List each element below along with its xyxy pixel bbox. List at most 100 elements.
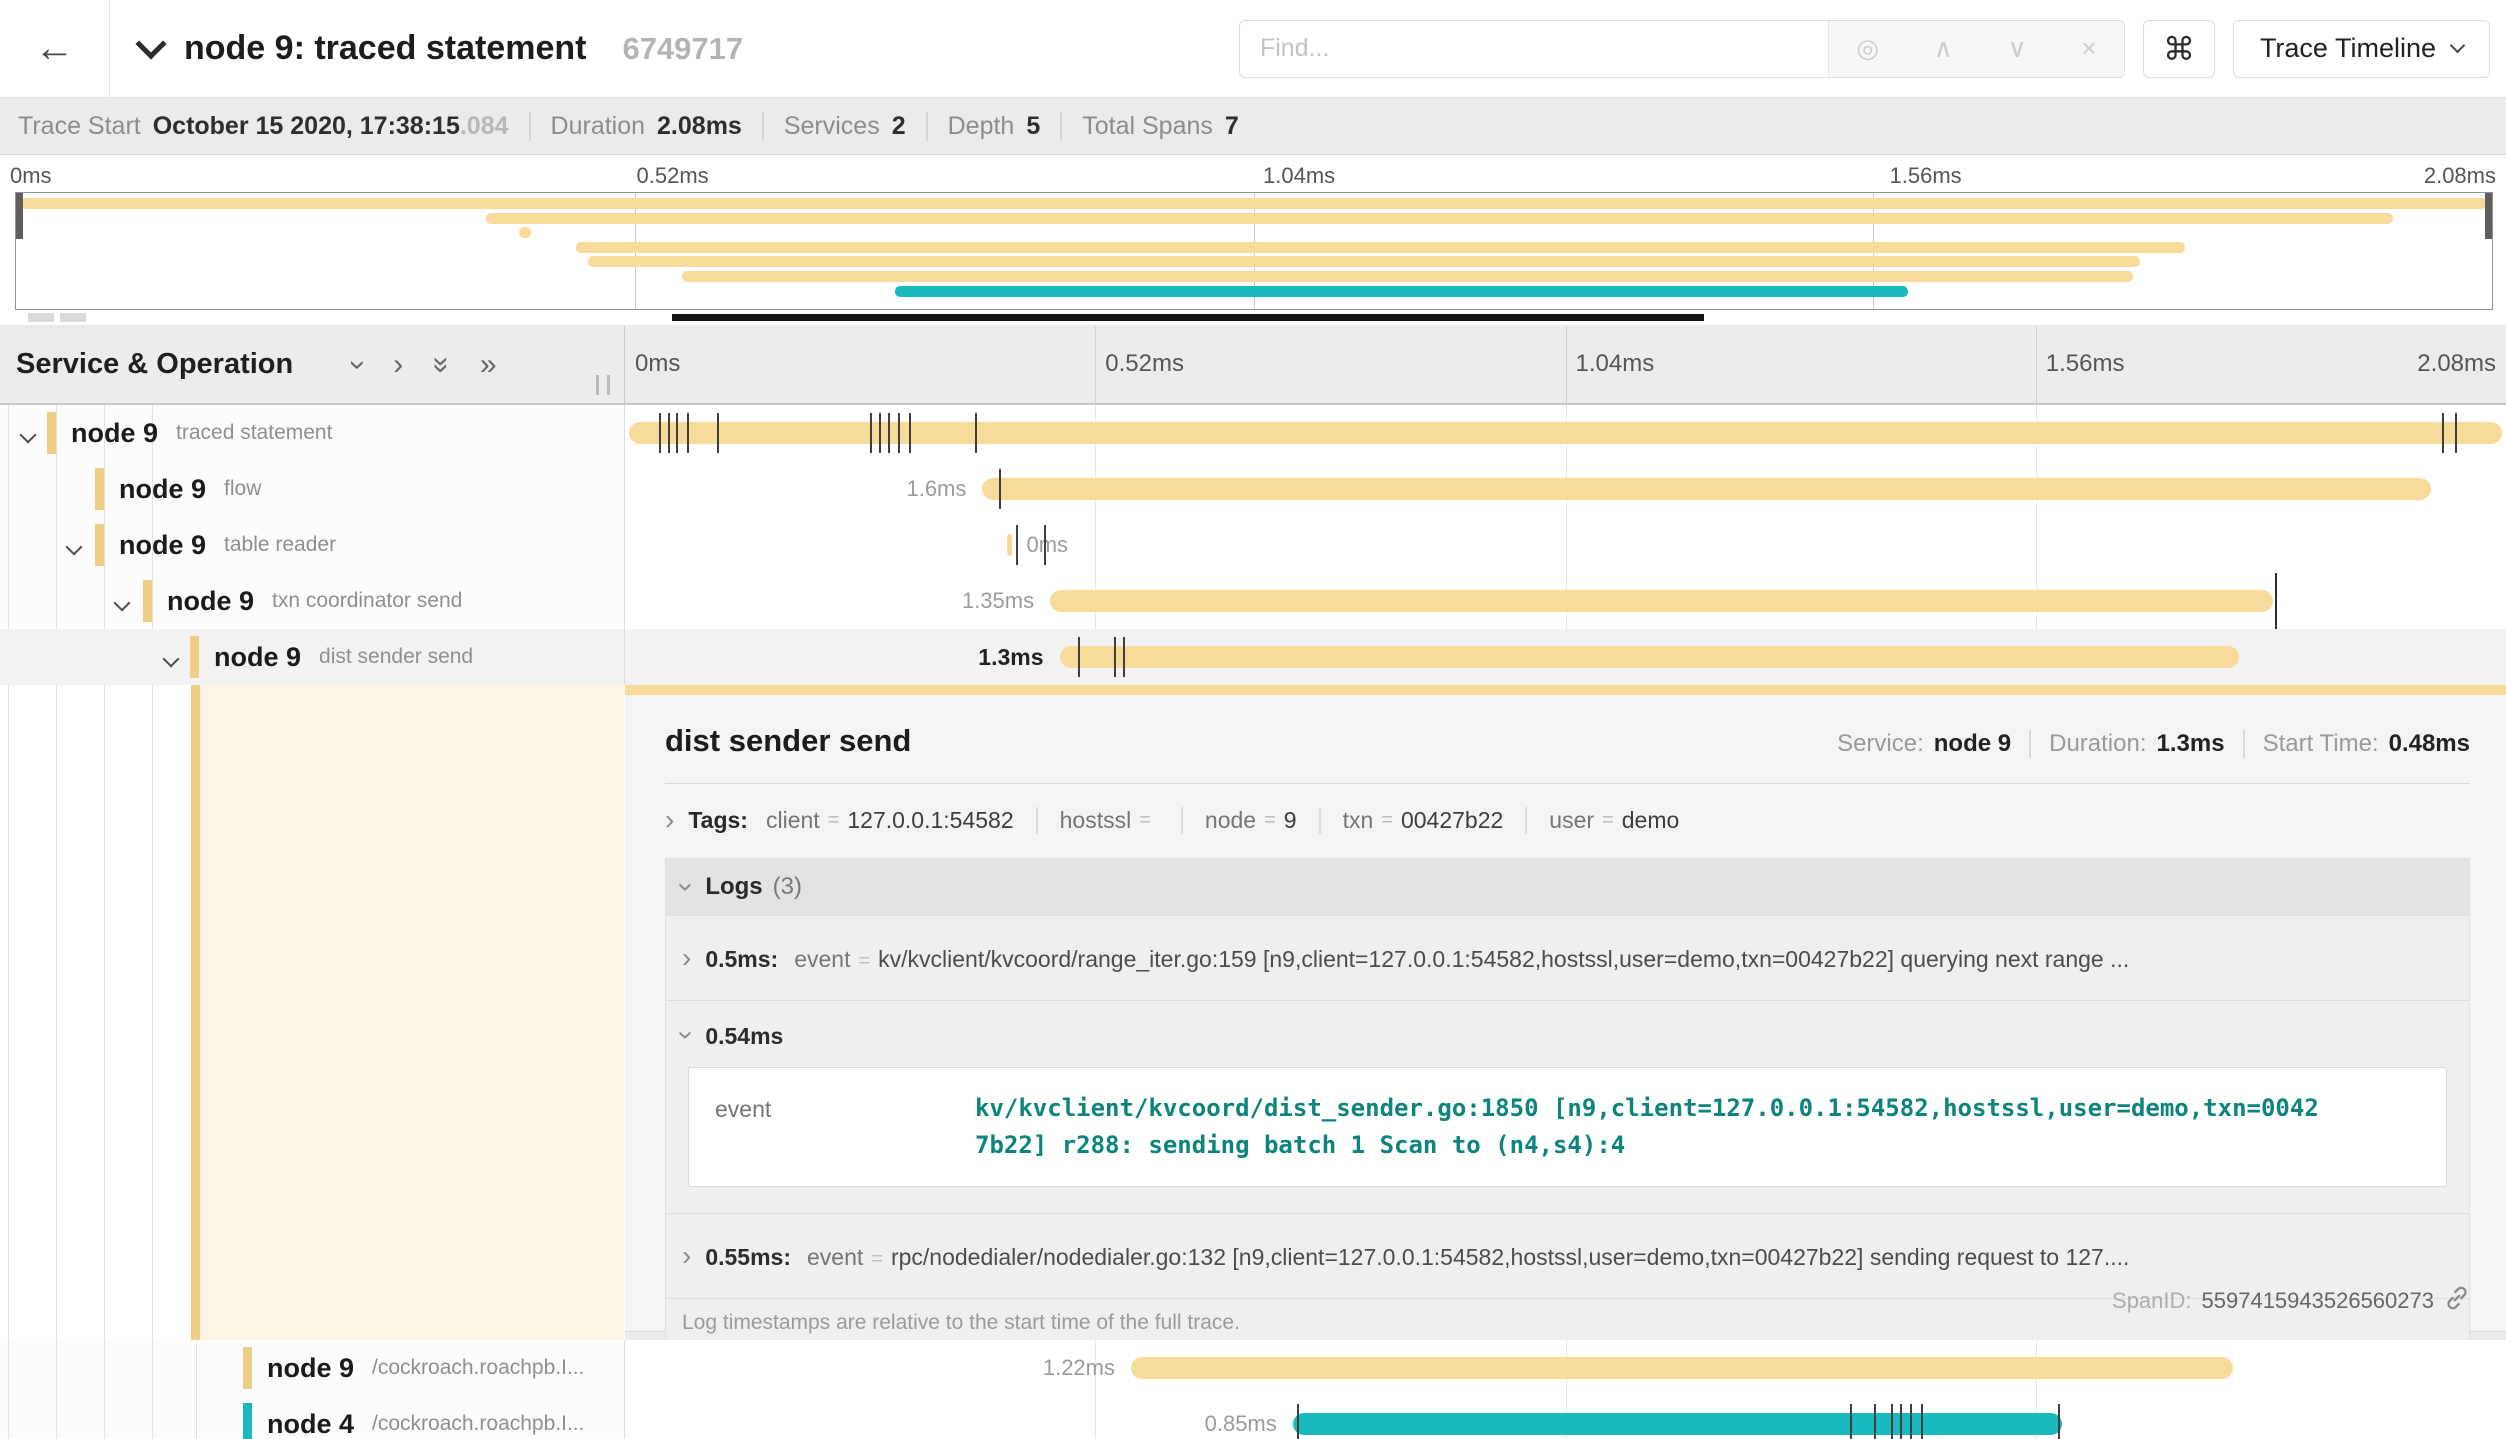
clear-find-icon[interactable]: × bbox=[2081, 33, 2096, 64]
ruler-tick-label: 0.52ms bbox=[1095, 350, 1184, 378]
span-bar[interactable] bbox=[982, 478, 2430, 500]
collapse-trace-icon[interactable] bbox=[135, 28, 166, 59]
log-field-value: kv/kvclient/kvcoord/dist_sender.go:1850 … bbox=[975, 1090, 2319, 1164]
minimap-viewport[interactable] bbox=[15, 192, 2493, 310]
minimap-left-handle[interactable] bbox=[16, 193, 23, 239]
log-event-tick bbox=[909, 413, 911, 453]
collapse-icon[interactable] bbox=[671, 1030, 703, 1039]
span-tree-bottom: node 9/cockroach.roachpb.I... node 4/coc… bbox=[0, 1340, 625, 1439]
keyboard-shortcuts-button[interactable]: ⌘ bbox=[2143, 20, 2215, 78]
summary-item: Duration2.08ms bbox=[529, 112, 742, 141]
log-event-tick bbox=[1874, 1404, 1876, 1439]
collapse-children-icon[interactable] bbox=[20, 427, 37, 444]
next-match-icon[interactable]: ∨ bbox=[2008, 33, 2027, 64]
service-name: node 9 bbox=[267, 1353, 354, 1384]
service-operation-header: Service & Operation › › » » bbox=[0, 326, 625, 403]
operation-name: txn coordinator send bbox=[272, 589, 462, 613]
ruler-tick-label: 0ms bbox=[0, 163, 52, 189]
span-bar-row[interactable]: 0.85ms bbox=[625, 1396, 2506, 1439]
span-duration-label: 1.6ms bbox=[906, 476, 966, 502]
timeline-minimap[interactable]: 0ms0.52ms1.04ms1.56ms2.08ms bbox=[0, 155, 2506, 325]
find-group: ◎ ∧ ∨ × bbox=[1239, 20, 2125, 78]
log-event-tick bbox=[676, 413, 678, 453]
log-event-tick bbox=[1900, 1404, 1902, 1439]
collapse-icon[interactable] bbox=[671, 882, 703, 891]
span-bar-row[interactable]: 1.35ms bbox=[625, 573, 2506, 629]
log-entry[interactable]: 0.5ms: event = kv/kvclient/kvcoord/range… bbox=[666, 915, 2469, 1000]
find-controls: ◎ ∧ ∨ × bbox=[1828, 21, 2124, 77]
locate-icon[interactable]: ◎ bbox=[1856, 33, 1879, 64]
span-color-marker bbox=[190, 636, 199, 678]
tag-item: node=9 bbox=[1181, 807, 1297, 834]
span-rows-bottom: node 9/cockroach.roachpb.I... node 4/coc… bbox=[0, 1340, 2506, 1439]
chevron-down-icon bbox=[2450, 38, 2466, 54]
log-entry-expanded: 0.54ms event kv/kvclient/kvcoord/dist_se… bbox=[666, 1000, 2469, 1213]
log-event-tick bbox=[1044, 525, 1046, 565]
span-bar[interactable] bbox=[1131, 1357, 2233, 1379]
tree-row-roachpb-node9[interactable]: node 9/cockroach.roachpb.I... bbox=[0, 1340, 624, 1396]
column-headers: Service & Operation › › » » 0ms0.52ms1.0… bbox=[0, 325, 2506, 405]
tree-row-table-reader[interactable]: node 9table reader bbox=[0, 517, 624, 573]
span-color-marker bbox=[95, 524, 104, 566]
collapse-all-icon[interactable]: » bbox=[427, 356, 457, 373]
expand-one-icon[interactable]: › bbox=[393, 350, 403, 380]
summary-item: Total Spans7 bbox=[1060, 112, 1239, 141]
span-bar-row[interactable]: 1.22ms bbox=[625, 1340, 2506, 1396]
span-color-marker bbox=[47, 412, 56, 454]
log-event-tick bbox=[1297, 1404, 1299, 1439]
selected-span-highlight bbox=[200, 685, 624, 1340]
span-bar[interactable] bbox=[1060, 646, 2239, 668]
tree-row-traced-statement[interactable]: node 9traced statement bbox=[0, 405, 624, 461]
span-bar[interactable] bbox=[1293, 1413, 2062, 1435]
log-event-tick bbox=[1921, 1404, 1923, 1439]
span-bar-row-selected[interactable]: 1.3ms bbox=[625, 629, 2506, 685]
command-icon: ⌘ bbox=[2163, 30, 2195, 68]
summary-item: Services2 bbox=[762, 112, 906, 141]
span-bars-bottom: 1.22ms 0.85ms bbox=[625, 1340, 2506, 1439]
logs-title: Logs bbox=[705, 873, 762, 901]
tree-row-roachpb-node4[interactable]: node 4/cockroach.roachpb.I... bbox=[0, 1396, 624, 1439]
expand-icon[interactable] bbox=[665, 804, 674, 836]
tag-item: user=demo bbox=[1525, 807, 1679, 834]
expand-all-icon[interactable]: » bbox=[480, 350, 497, 380]
column-resize-handle[interactable] bbox=[596, 375, 610, 395]
back-button[interactable]: ← bbox=[0, 0, 110, 97]
span-color-marker bbox=[95, 468, 104, 510]
log-event-tick bbox=[870, 413, 872, 453]
span-bar[interactable] bbox=[1007, 534, 1013, 556]
timeline-ruler: 0ms0.52ms1.04ms1.56ms2.08ms bbox=[625, 326, 2506, 403]
span-bar-row[interactable]: 0ms bbox=[625, 517, 2506, 573]
tree-row-dist-sender-send[interactable]: node 9dist sender send bbox=[0, 629, 624, 685]
span-bar[interactable] bbox=[1050, 590, 2273, 612]
logs-header[interactable]: Logs (3) bbox=[666, 859, 2469, 915]
tree-row-flow[interactable]: node 9flow bbox=[0, 461, 624, 517]
collapse-children-icon[interactable] bbox=[163, 651, 180, 668]
tags-accordion[interactable]: Tags: client=127.0.0.1:54582hostssl=node… bbox=[665, 804, 2470, 836]
log-time: 0.55ms: bbox=[705, 1244, 791, 1271]
span-color-marker bbox=[243, 1403, 252, 1439]
collapse-children-icon[interactable] bbox=[66, 539, 83, 556]
minimap-span-bar bbox=[682, 271, 2133, 282]
tree-row-txn-coordinator-send[interactable]: node 9txn coordinator send bbox=[0, 573, 624, 629]
detail-right: dist sender send Service:node 9Duration:… bbox=[625, 685, 2506, 1340]
collapse-children-icon[interactable] bbox=[114, 595, 131, 612]
span-duration-label: 0.85ms bbox=[1205, 1411, 1277, 1437]
view-select[interactable]: Trace Timeline bbox=[2233, 20, 2490, 78]
expand-icon[interactable] bbox=[682, 1240, 691, 1272]
span-bar-row[interactable]: 1.6ms bbox=[625, 461, 2506, 517]
minimap-span-bar bbox=[588, 256, 2140, 267]
expand-icon[interactable] bbox=[682, 942, 691, 974]
link-icon[interactable] bbox=[2444, 1285, 2470, 1317]
minimap-span-bar bbox=[21, 198, 2487, 209]
collapse-one-icon[interactable]: › bbox=[343, 360, 373, 370]
prev-match-icon[interactable]: ∧ bbox=[1934, 33, 1953, 64]
minimap-right-handle[interactable] bbox=[2485, 193, 2492, 239]
log-entry-header[interactable]: 0.54ms bbox=[682, 1019, 2453, 1051]
selected-span-accent-stripe bbox=[191, 685, 200, 1340]
span-bar-row[interactable] bbox=[625, 405, 2506, 461]
header: ← node 9: traced statement 6749717 ◎ ∧ ∨… bbox=[0, 0, 2506, 98]
minimap-span-bar bbox=[519, 227, 531, 238]
minimap-scrollbar[interactable] bbox=[0, 313, 2506, 322]
find-input[interactable] bbox=[1240, 21, 1828, 77]
log-event-tick bbox=[999, 469, 1001, 509]
